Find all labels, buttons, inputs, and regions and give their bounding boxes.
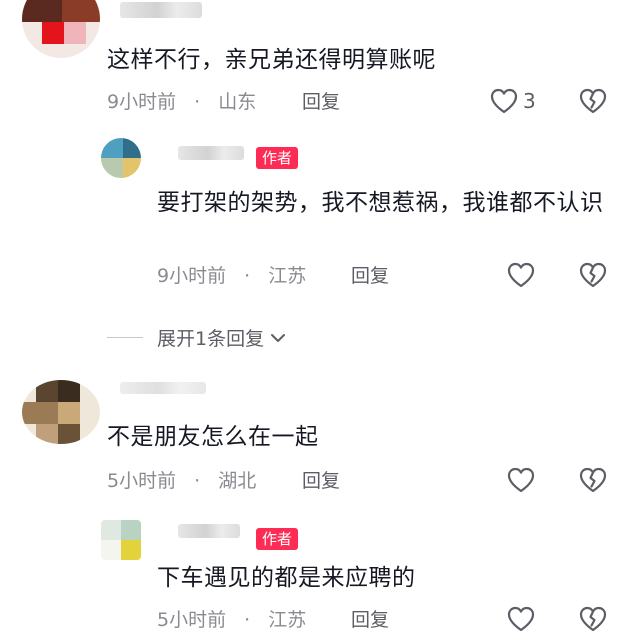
expand-divider: [107, 337, 143, 338]
expand-replies-button[interactable]: 展开1条回复: [107, 324, 288, 351]
meta-separator: ·: [244, 609, 251, 631]
broken-heart-icon: [579, 262, 607, 288]
broken-heart-icon: [579, 606, 607, 632]
comment-location: 江苏: [268, 265, 307, 287]
dislike-button[interactable]: [578, 605, 608, 637]
chevron-down-icon: [271, 333, 286, 342]
comment-time: 5小时前: [107, 470, 177, 492]
meta-separator: ·: [244, 265, 251, 287]
reply-button[interactable]: 回复: [351, 606, 389, 634]
heart-outline-icon: [490, 88, 518, 114]
broken-heart-icon: [579, 467, 607, 493]
comment-text: 要打架的架势，我不想惹祸，我谁都不认识: [157, 190, 604, 216]
username[interactable]: [178, 146, 244, 160]
comment-time: 9小时前: [107, 91, 177, 113]
username[interactable]: [120, 382, 206, 394]
like-count: 3: [523, 89, 536, 113]
comment-time: 9小时前: [157, 265, 227, 287]
comment-meta: 9小时前 · 江苏: [157, 262, 306, 290]
comment-text: 这样不行，亲兄弟还得明算账呢: [107, 47, 436, 73]
comment-location: 湖北: [218, 470, 257, 492]
meta-separator: ·: [194, 470, 201, 492]
username[interactable]: [120, 2, 202, 18]
like-button[interactable]: 3: [489, 87, 536, 115]
comment-location: 山东: [218, 91, 257, 113]
avatar[interactable]: [22, 380, 100, 444]
dislike-button[interactable]: [578, 261, 608, 293]
broken-heart-icon: [579, 88, 607, 114]
reply-button[interactable]: 回复: [302, 467, 340, 495]
like-button[interactable]: [506, 466, 536, 494]
meta-separator: ·: [194, 91, 201, 113]
author-badge: 作者: [256, 528, 299, 550]
comment-meta: 5小时前 · 湖北: [107, 467, 256, 495]
heart-outline-icon: [507, 262, 535, 288]
comment-text: 不是朋友怎么在一起: [107, 424, 319, 450]
comment-meta: 9小时前 · 山东: [107, 88, 256, 116]
like-button[interactable]: [506, 261, 536, 289]
comment-time: 5小时前: [157, 609, 227, 631]
avatar[interactable]: [22, 0, 100, 58]
dislike-button[interactable]: [578, 466, 608, 498]
author-badge: 作者: [256, 147, 299, 169]
comment-text: 下车遇见的都是来应聘的: [157, 565, 416, 591]
heart-outline-icon: [507, 606, 535, 632]
avatar[interactable]: [101, 138, 141, 178]
reply-button[interactable]: 回复: [302, 88, 340, 116]
comment-location: 江苏: [268, 609, 307, 631]
expand-replies-label: 展开1条回复: [157, 328, 265, 350]
reply-button[interactable]: 回复: [351, 262, 389, 290]
like-button[interactable]: [506, 605, 536, 633]
avatar[interactable]: [101, 520, 141, 560]
dislike-button[interactable]: [578, 87, 608, 119]
comment-meta: 5小时前 · 江苏: [157, 606, 306, 634]
username[interactable]: [178, 524, 240, 538]
heart-outline-icon: [507, 467, 535, 493]
